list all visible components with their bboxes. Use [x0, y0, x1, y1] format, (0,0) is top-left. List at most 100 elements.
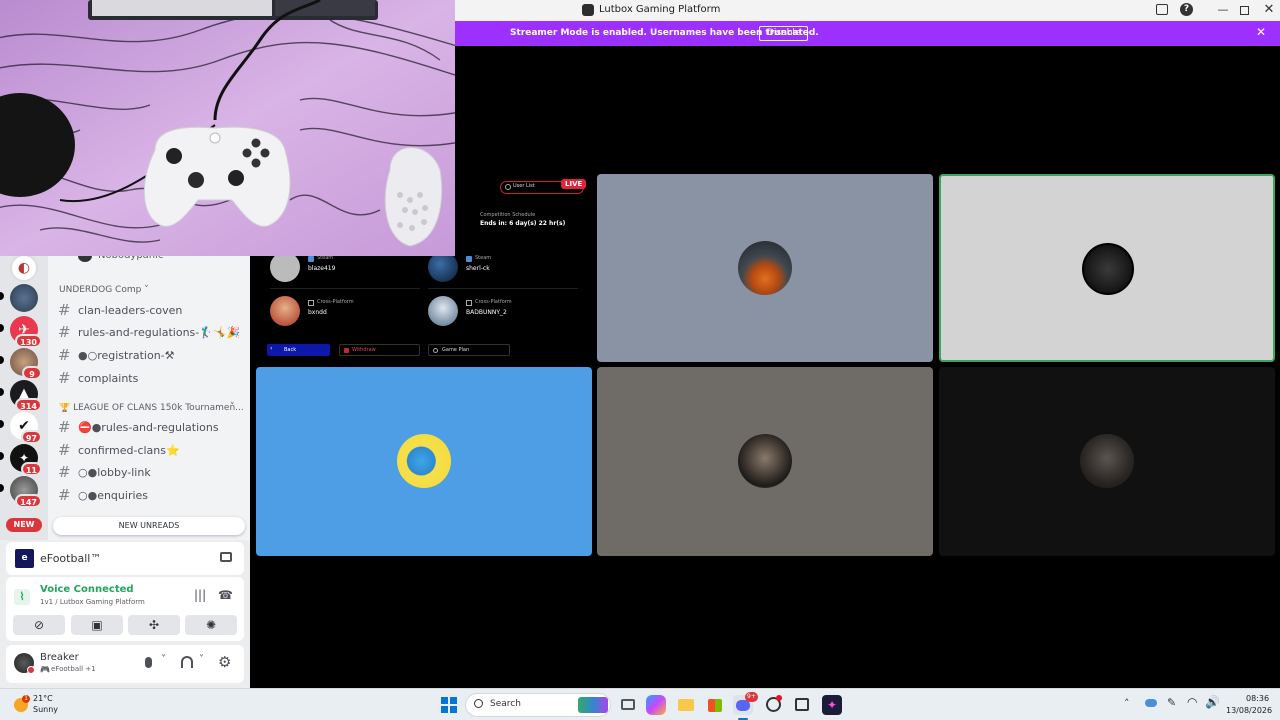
participant-avatar [1082, 243, 1134, 295]
chevron-down-icon[interactable]: ˅ [230, 402, 235, 412]
new-unreads-pill[interactable]: NEW [6, 518, 42, 532]
server-icon[interactable]: ✔ 97 [10, 412, 42, 444]
participant-avatar [738, 241, 792, 295]
game-app-icon[interactable]: ✦ [822, 695, 842, 715]
channel-list: Nobodypanic UNDERDOG Comp ˅ #clan-leader… [48, 250, 250, 540]
file-explorer-icon[interactable] [676, 695, 696, 715]
back-label: Back [284, 347, 297, 353]
hash-icon: # [58, 323, 71, 341]
obs-icon[interactable] [763, 695, 783, 715]
unread-pill [0, 324, 4, 332]
channel-rules-and-regulations[interactable]: # rules-and-regulations-🏌️‍♂️🤸🎉 [58, 322, 240, 342]
close-button[interactable]: ✕ [1261, 1, 1277, 19]
hash-icon: # [58, 301, 71, 319]
server-icon[interactable]: ✦ 11 [10, 444, 42, 476]
close-banner-icon[interactable]: ✕ [1256, 25, 1266, 39]
wifi-icon[interactable]: ◠ [1187, 695, 1197, 709]
participant-tile[interactable] [597, 174, 933, 362]
task-view-icon[interactable] [618, 695, 638, 715]
help-icon[interactable]: ? [1180, 3, 1193, 16]
camera-off-button[interactable]: ⊘ [13, 615, 65, 635]
search-placeholder: Search [490, 699, 521, 709]
channel-label: confirmed-clans⭐ [78, 443, 180, 457]
player-card[interactable]: Steam sherl-ck [428, 252, 578, 282]
screen-share-icon[interactable] [220, 552, 232, 562]
copilot-icon[interactable] [646, 695, 666, 715]
category-underdog-comp[interactable]: UNDERDOG Comp ˅ [59, 285, 149, 295]
player-avatar [270, 296, 300, 326]
voice-channel[interactable]: 1v1 / Lutbox Gaming Platform [40, 598, 145, 606]
weather-widget[interactable]: 1 21°C Sunny [10, 692, 90, 718]
disconnect-icon[interactable]: ☎ [218, 588, 233, 602]
user-status: eFootball +1 [51, 665, 96, 673]
hash-icon: # [58, 486, 71, 504]
server-icon[interactable] [10, 284, 38, 312]
disable-streamer-button[interactable]: Disable [759, 26, 809, 41]
player-name: blaze419 [308, 265, 336, 272]
discord-icon[interactable]: 9+ [733, 692, 758, 715]
windows-start-icon[interactable] [439, 695, 459, 715]
channel-confirmed-clans[interactable]: # confirmed-clans⭐ [58, 440, 180, 460]
server-icon[interactable]: ✈ 130 [10, 316, 42, 348]
soundboard-button[interactable]: ✺ [185, 615, 237, 635]
channel-clan-leaders-coven[interactable]: # clan-leaders-coven [58, 300, 182, 320]
cross-platform-icon [466, 300, 472, 306]
controller-icon: 🎮 [40, 665, 50, 674]
game-plan-button[interactable]: Game Plan [428, 344, 510, 356]
category-league-of-clans[interactable]: 🏆 LEAGUE OF CLANS 150k Tournamen... [59, 403, 243, 413]
channel-label: ●○registration-⚒ [78, 348, 175, 362]
chevron-down-icon[interactable]: ˅ [199, 654, 204, 665]
server-icon[interactable]: 147 [10, 476, 42, 508]
voice-status[interactable]: Voice Connected [40, 584, 134, 595]
player-card[interactable]: Cross-Platform bxndd [270, 296, 420, 326]
withdraw-button[interactable]: Withdraw [339, 344, 420, 356]
channel-label: ⛔●rules-and-regulations [78, 420, 219, 434]
player-card[interactable]: Steam blaze419 [270, 252, 420, 282]
microsoft-store-icon[interactable] [705, 695, 725, 715]
steam-icon [466, 256, 472, 262]
mention-badge: 147 [15, 494, 42, 508]
user-name[interactable]: Breaker [40, 652, 79, 663]
minimize-button[interactable]: — [1215, 2, 1231, 18]
server-icon[interactable]: ▲ 314 [10, 380, 42, 412]
server-icon[interactable]: ◐ [10, 254, 38, 282]
participant-tile[interactable] [256, 367, 592, 556]
channel-enquiries[interactable]: # ○●enquiries [58, 485, 148, 505]
activities-button[interactable]: ✣ [128, 615, 180, 635]
clock-date[interactable]: 13/08/2026 [1226, 706, 1272, 715]
chevron-left-icon: ‹ [270, 345, 273, 352]
chevron-up-icon[interactable]: ˄ [1124, 697, 1130, 710]
pen-icon[interactable]: ✎ [1167, 696, 1176, 709]
chevron-down-icon[interactable]: ˅ [161, 654, 166, 665]
headphones-icon[interactable] [181, 656, 193, 668]
player-name: bxndd [308, 309, 327, 316]
participant-tile-speaking[interactable] [939, 174, 1275, 362]
maximize-button[interactable] [1240, 6, 1249, 15]
microphone-icon[interactable] [145, 657, 152, 668]
cloud-sync-icon[interactable] [1145, 699, 1157, 707]
channel-label: ○●lobby-link [78, 465, 151, 479]
channel-league-rules[interactable]: # ⛔●rules-and-regulations [58, 417, 219, 437]
volume-icon[interactable]: 🔊 [1205, 695, 1220, 709]
lutbox-taskbar-icon[interactable] [792, 695, 812, 715]
server-icon[interactable]: 9 [10, 348, 42, 380]
back-button[interactable]: ‹ Back [267, 344, 330, 356]
player-avatar [428, 296, 458, 326]
activity-card[interactable]: e eFootball™ [6, 542, 244, 575]
screen-share-button[interactable]: ▣ [71, 615, 123, 635]
channel-complaints[interactable]: # complaints [58, 368, 138, 388]
mention-badge: 9 [22, 366, 42, 380]
participant-tile[interactable] [597, 367, 933, 556]
noise-suppression-icon[interactable]: ||| [194, 588, 206, 602]
participant-tile[interactable] [939, 367, 1275, 556]
new-unreads-button[interactable]: NEW UNREADS [53, 517, 245, 535]
channel-registration[interactable]: # ●○registration-⚒ [58, 345, 175, 365]
taskbar-search[interactable]: Search [465, 693, 611, 717]
player-card[interactable]: Cross-Platform BADBUNNY_2 [428, 296, 578, 326]
settings-gear-icon[interactable]: ⚙ [218, 653, 231, 671]
channel-lobby-link[interactable]: # ○●lobby-link [58, 462, 151, 482]
clock-time[interactable]: 08:36 [1246, 694, 1269, 703]
feedback-icon[interactable] [1156, 4, 1168, 15]
user-list-icon [505, 184, 511, 190]
mention-badge: 11 [20, 462, 42, 476]
